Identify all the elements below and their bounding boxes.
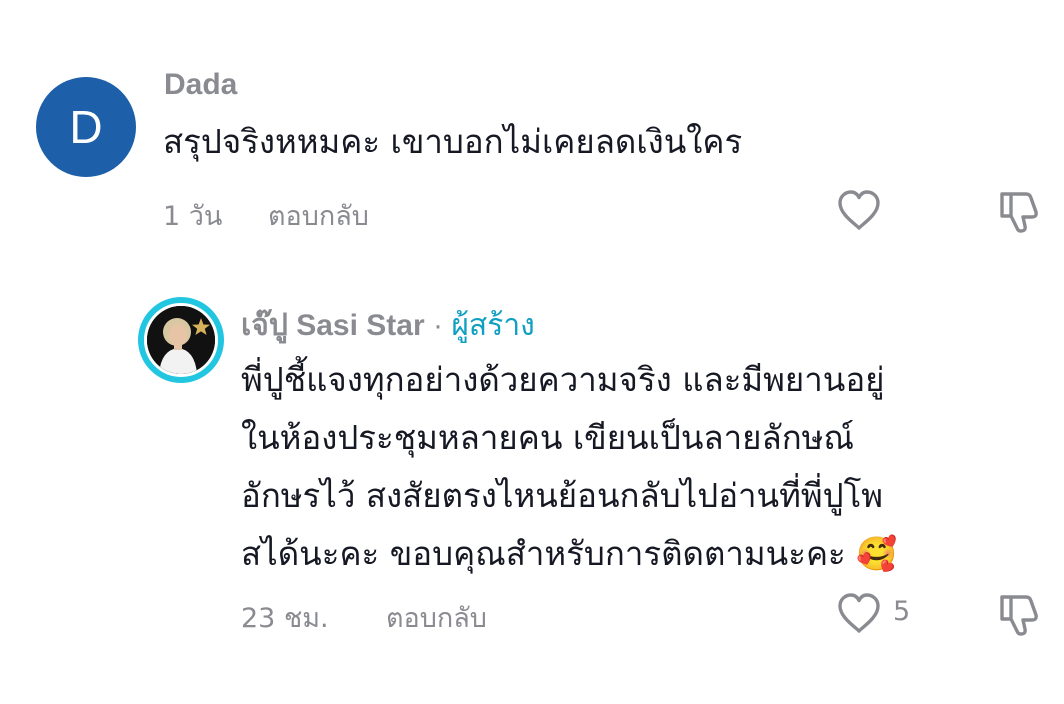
comment-text: สรุปจริงหหมคะ เขาบอกไม่เคยลดเงินใคร <box>163 122 743 161</box>
reply-text: สได้นะคะ ขอบคุณสำหรับการติดตามนะคะ <box>241 534 846 573</box>
creator-badge: ผู้สร้าง <box>451 309 535 342</box>
reply-username[interactable]: เจ๊ปู Sasi Star <box>241 309 425 342</box>
reply-text-line-last: สได้นะคะ ขอบคุณสำหรับการติดตามนะคะ 🥰 <box>241 528 897 580</box>
like-count: 5 <box>893 596 911 627</box>
comment-timestamp: 1 วัน <box>163 201 223 232</box>
reply-text-line: ในห้องประชุมหลายคน เขียนเป็นลายลักษณ์ <box>241 418 855 457</box>
avatar-letter: D <box>69 101 103 153</box>
separator-dot: · <box>432 309 443 342</box>
reply-username-row: เจ๊ปู Sasi Star · ผู้สร้าง <box>241 302 535 349</box>
commenter-avatar[interactable]: D <box>36 77 136 177</box>
comment-reply-button[interactable]: ตอบกลับ <box>268 194 369 237</box>
reply-text-line: พี่ปูชี้แจงทุกอย่างด้วยความจริง และมีพยา… <box>241 360 885 399</box>
thumbs-down-icon[interactable] <box>996 188 1044 236</box>
heart-icon[interactable] <box>836 591 882 635</box>
creator-avatar[interactable] <box>138 297 224 383</box>
thumbs-down-icon[interactable] <box>996 591 1044 639</box>
smiling-face-with-hearts-icon: 🥰 <box>856 534 898 573</box>
comment-username[interactable]: Dada <box>164 68 237 102</box>
reply-text-line: อักษรไว้ สงสัยตรงไหนย้อนกลับไปอ่านที่พี่… <box>241 476 884 515</box>
heart-icon[interactable] <box>836 188 882 232</box>
avatar-portrait-icon <box>147 306 215 374</box>
reply-reply-button[interactable]: ตอบกลับ <box>386 596 487 639</box>
reply-timestamp: 23 ชม. <box>241 603 329 634</box>
creator-avatar-photo <box>147 306 215 374</box>
